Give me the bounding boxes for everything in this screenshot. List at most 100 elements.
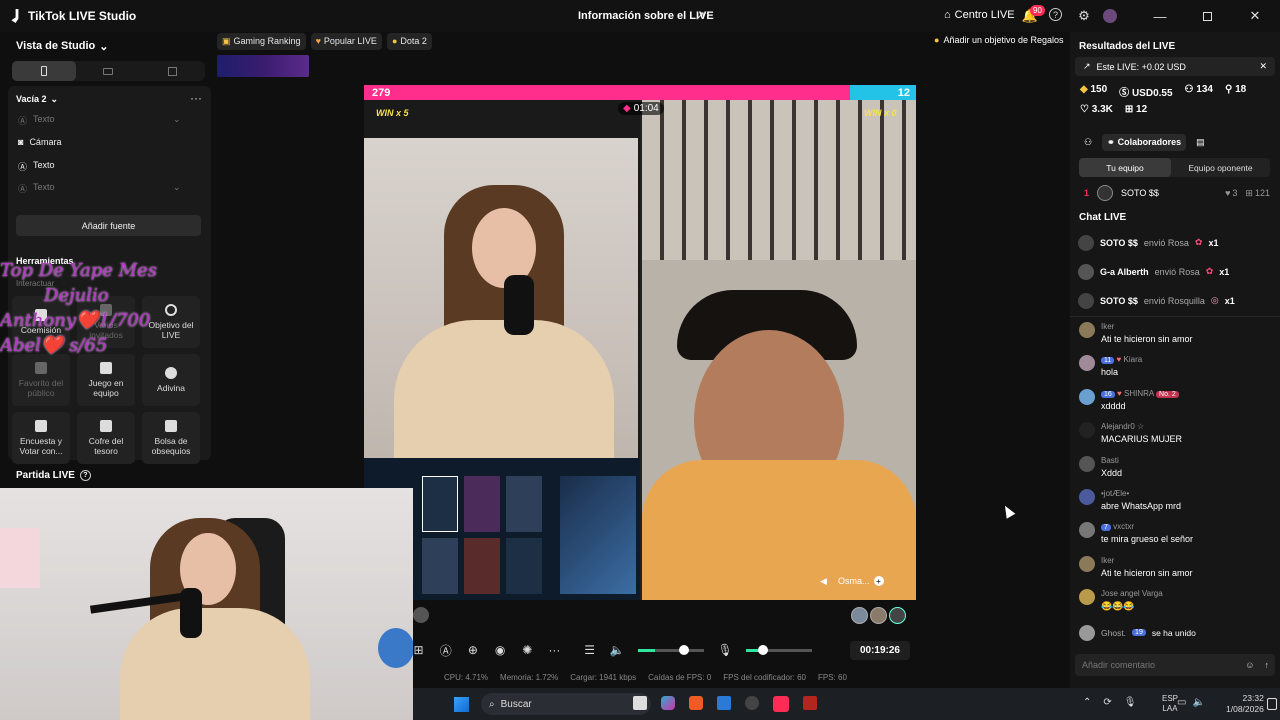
dota-icon[interactable] — [803, 696, 817, 710]
rank-row[interactable]: 1 SOTO $$ ♥ 3 ⊞ 121 — [1084, 185, 1274, 201]
copilot-icon[interactable] — [661, 696, 675, 710]
add-source-button[interactable]: Añadir fuente — [16, 215, 201, 236]
send-icon[interactable]: ↑ — [1265, 660, 1270, 670]
help-icon[interactable]: ? — [1049, 8, 1062, 21]
close-icon[interactable]: ✕ — [1247, 8, 1263, 24]
team-game-tool[interactable]: Juego en equipo — [77, 354, 135, 406]
ai-icon[interactable]: Ⓐ — [439, 643, 452, 658]
scene-dropdown[interactable]: Vacía 2 ⌄ — [16, 94, 58, 105]
overlay-line: Abel❤️ s/65 — [0, 335, 108, 356]
tab-my-team[interactable]: Tu equipo — [1079, 158, 1171, 177]
lang-top: ESP — [1162, 694, 1179, 703]
speaker-icon[interactable]: ◀ — [820, 576, 827, 587]
comment-input[interactable]: Añadir comentario ☺ ↑ — [1075, 654, 1275, 676]
emoji-icon[interactable]: ☺ — [1245, 660, 1254, 670]
chevron-down-icon[interactable]: ⌄ — [173, 182, 181, 193]
volume-slider[interactable] — [638, 644, 705, 655]
avatar — [1078, 234, 1094, 251]
tab-label: Popular LIVE — [323, 36, 377, 46]
chat-message: 11 ♥ Kiara hola — [1079, 355, 1275, 388]
effects-icon[interactable]: ✺ — [521, 643, 534, 657]
record-icon[interactable]: ◉ — [494, 643, 507, 657]
more-icon[interactable]: ··· — [548, 643, 561, 657]
taskbar-search[interactable]: ⌕ Buscar — [481, 693, 651, 715]
sliders-icon[interactable]: ☰ — [583, 643, 596, 657]
audience-favorite-tool[interactable]: Favorito del público — [12, 354, 70, 406]
avatar — [1079, 624, 1095, 641]
source-item[interactable]: ◙ Cámara — [18, 137, 61, 147]
collab-label: Colaboradores — [1117, 137, 1182, 147]
add-scene-icon[interactable]: ⊕ — [466, 643, 479, 657]
volume-thumb[interactable] — [679, 644, 690, 655]
tab-dota2[interactable]: ● Dota 2 — [386, 33, 432, 50]
tiktok-icon[interactable] — [773, 696, 789, 712]
tab-popular-live[interactable]: ♥ Popular LIVE — [310, 33, 382, 50]
mic-slider[interactable] — [746, 644, 812, 655]
avatar — [1097, 185, 1114, 201]
collab-tab[interactable]: ⚭ Colaboradores — [1102, 134, 1187, 151]
maximize-icon[interactable] — [1199, 8, 1215, 24]
chat-username-text: Kiara — [1123, 355, 1143, 365]
banner-thumbnail[interactable] — [217, 55, 309, 77]
source-item[interactable]: Ⓐ Texto — [18, 114, 55, 127]
tab-gaming-ranking[interactable]: ▣ Gaming Ranking — [217, 33, 306, 50]
avatar[interactable] — [851, 607, 868, 624]
list-icon[interactable]: ▤ — [1196, 137, 1205, 148]
avatar[interactable] — [870, 607, 887, 624]
chevron-down-icon[interactable]: ⌄ — [173, 114, 181, 125]
network-icon[interactable]: ▭ — [1177, 697, 1186, 708]
user-icon[interactable]: ⚇ — [1084, 137, 1092, 148]
metrics-row: ◆ 150 Ⓢ USD0.55 ⚇ 134 ⚲ 18 — [1080, 84, 1246, 99]
clock[interactable]: 23:32 1/08/2026 — [1226, 693, 1264, 715]
mic-icon[interactable]: 🎙 — [717, 643, 732, 657]
avatar[interactable] — [1103, 9, 1117, 23]
close-icon[interactable]: ✕ — [1259, 61, 1267, 72]
score-left: 279 — [372, 86, 391, 99]
sync-icon[interactable]: ⟳ — [1103, 697, 1111, 708]
avatar — [1079, 422, 1095, 439]
layers-icon — [167, 66, 177, 76]
add-gift-goal-button[interactable]: ● Añadir un objetivo de Regalos — [934, 35, 1064, 45]
guest-avatars[interactable] — [851, 607, 906, 624]
share-icon[interactable]: ↗ — [692, 8, 708, 24]
chevron-up-icon[interactable]: ⌃ — [1083, 697, 1091, 708]
small-avatar[interactable] — [413, 607, 429, 623]
gear-icon[interactable]: ⚙ — [1076, 8, 1092, 24]
treasure-chest-tool[interactable]: Cofre del tesoro — [77, 412, 135, 464]
centro-live-button[interactable]: ⌂ Centro LIVE — [944, 9, 1015, 21]
app-title: TikTok LIVE Studio — [28, 9, 137, 23]
windows-start-icon[interactable] — [454, 697, 469, 712]
gifts-metric: ⊞ 12 — [1125, 104, 1147, 115]
volume-icon[interactable]: 🔈 — [610, 643, 625, 657]
obs-icon[interactable] — [745, 696, 759, 710]
avatar[interactable] — [889, 607, 906, 624]
source-item[interactable]: Ⓐ Texto — [18, 160, 55, 173]
guess-tool[interactable]: Adivina — [142, 354, 200, 406]
store-icon[interactable] — [717, 696, 731, 710]
volume-icon[interactable]: 🔈 — [1192, 697, 1204, 708]
gift-bag-tool[interactable]: Bolsa de obsequios — [142, 412, 200, 464]
partida-live-header[interactable]: Partida LIVE ? — [16, 470, 91, 481]
layout-icon[interactable]: ⊞ — [412, 643, 425, 657]
studio-view-dropdown[interactable]: Vista de Studio ⌄ — [16, 40, 108, 53]
search-icon: ⌕ — [489, 698, 495, 710]
guest-name-tag[interactable]: Osma... + — [838, 576, 884, 586]
multi-layout-button[interactable] — [140, 61, 204, 81]
tool-label: Cofre del tesoro — [88, 436, 124, 456]
notifications-icon[interactable] — [1267, 698, 1277, 710]
portrait-layout-button[interactable] — [12, 61, 76, 81]
task-view-icon[interactable] — [633, 696, 647, 710]
language-indicator[interactable]: ESP LAA — [1162, 694, 1178, 714]
mic-thumb[interactable] — [757, 644, 768, 655]
metric-value: 134 — [1196, 84, 1213, 95]
more-icon[interactable]: ··· — [190, 91, 202, 105]
tab-opponent-team[interactable]: Equipo oponente — [1171, 158, 1270, 177]
brave-icon[interactable] — [689, 696, 703, 710]
mic-icon[interactable]: 🎙 — [1124, 697, 1137, 708]
minimize-icon[interactable]: — — [1152, 8, 1168, 24]
source-item[interactable]: Ⓐ Texto — [18, 182, 55, 195]
landscape-layout-button[interactable] — [76, 61, 140, 81]
poll-tool[interactable]: Encuesta y Votar con... — [12, 412, 70, 464]
memory-stat: Memoria: 1.72% — [500, 673, 559, 682]
host-hoodie — [394, 320, 614, 460]
